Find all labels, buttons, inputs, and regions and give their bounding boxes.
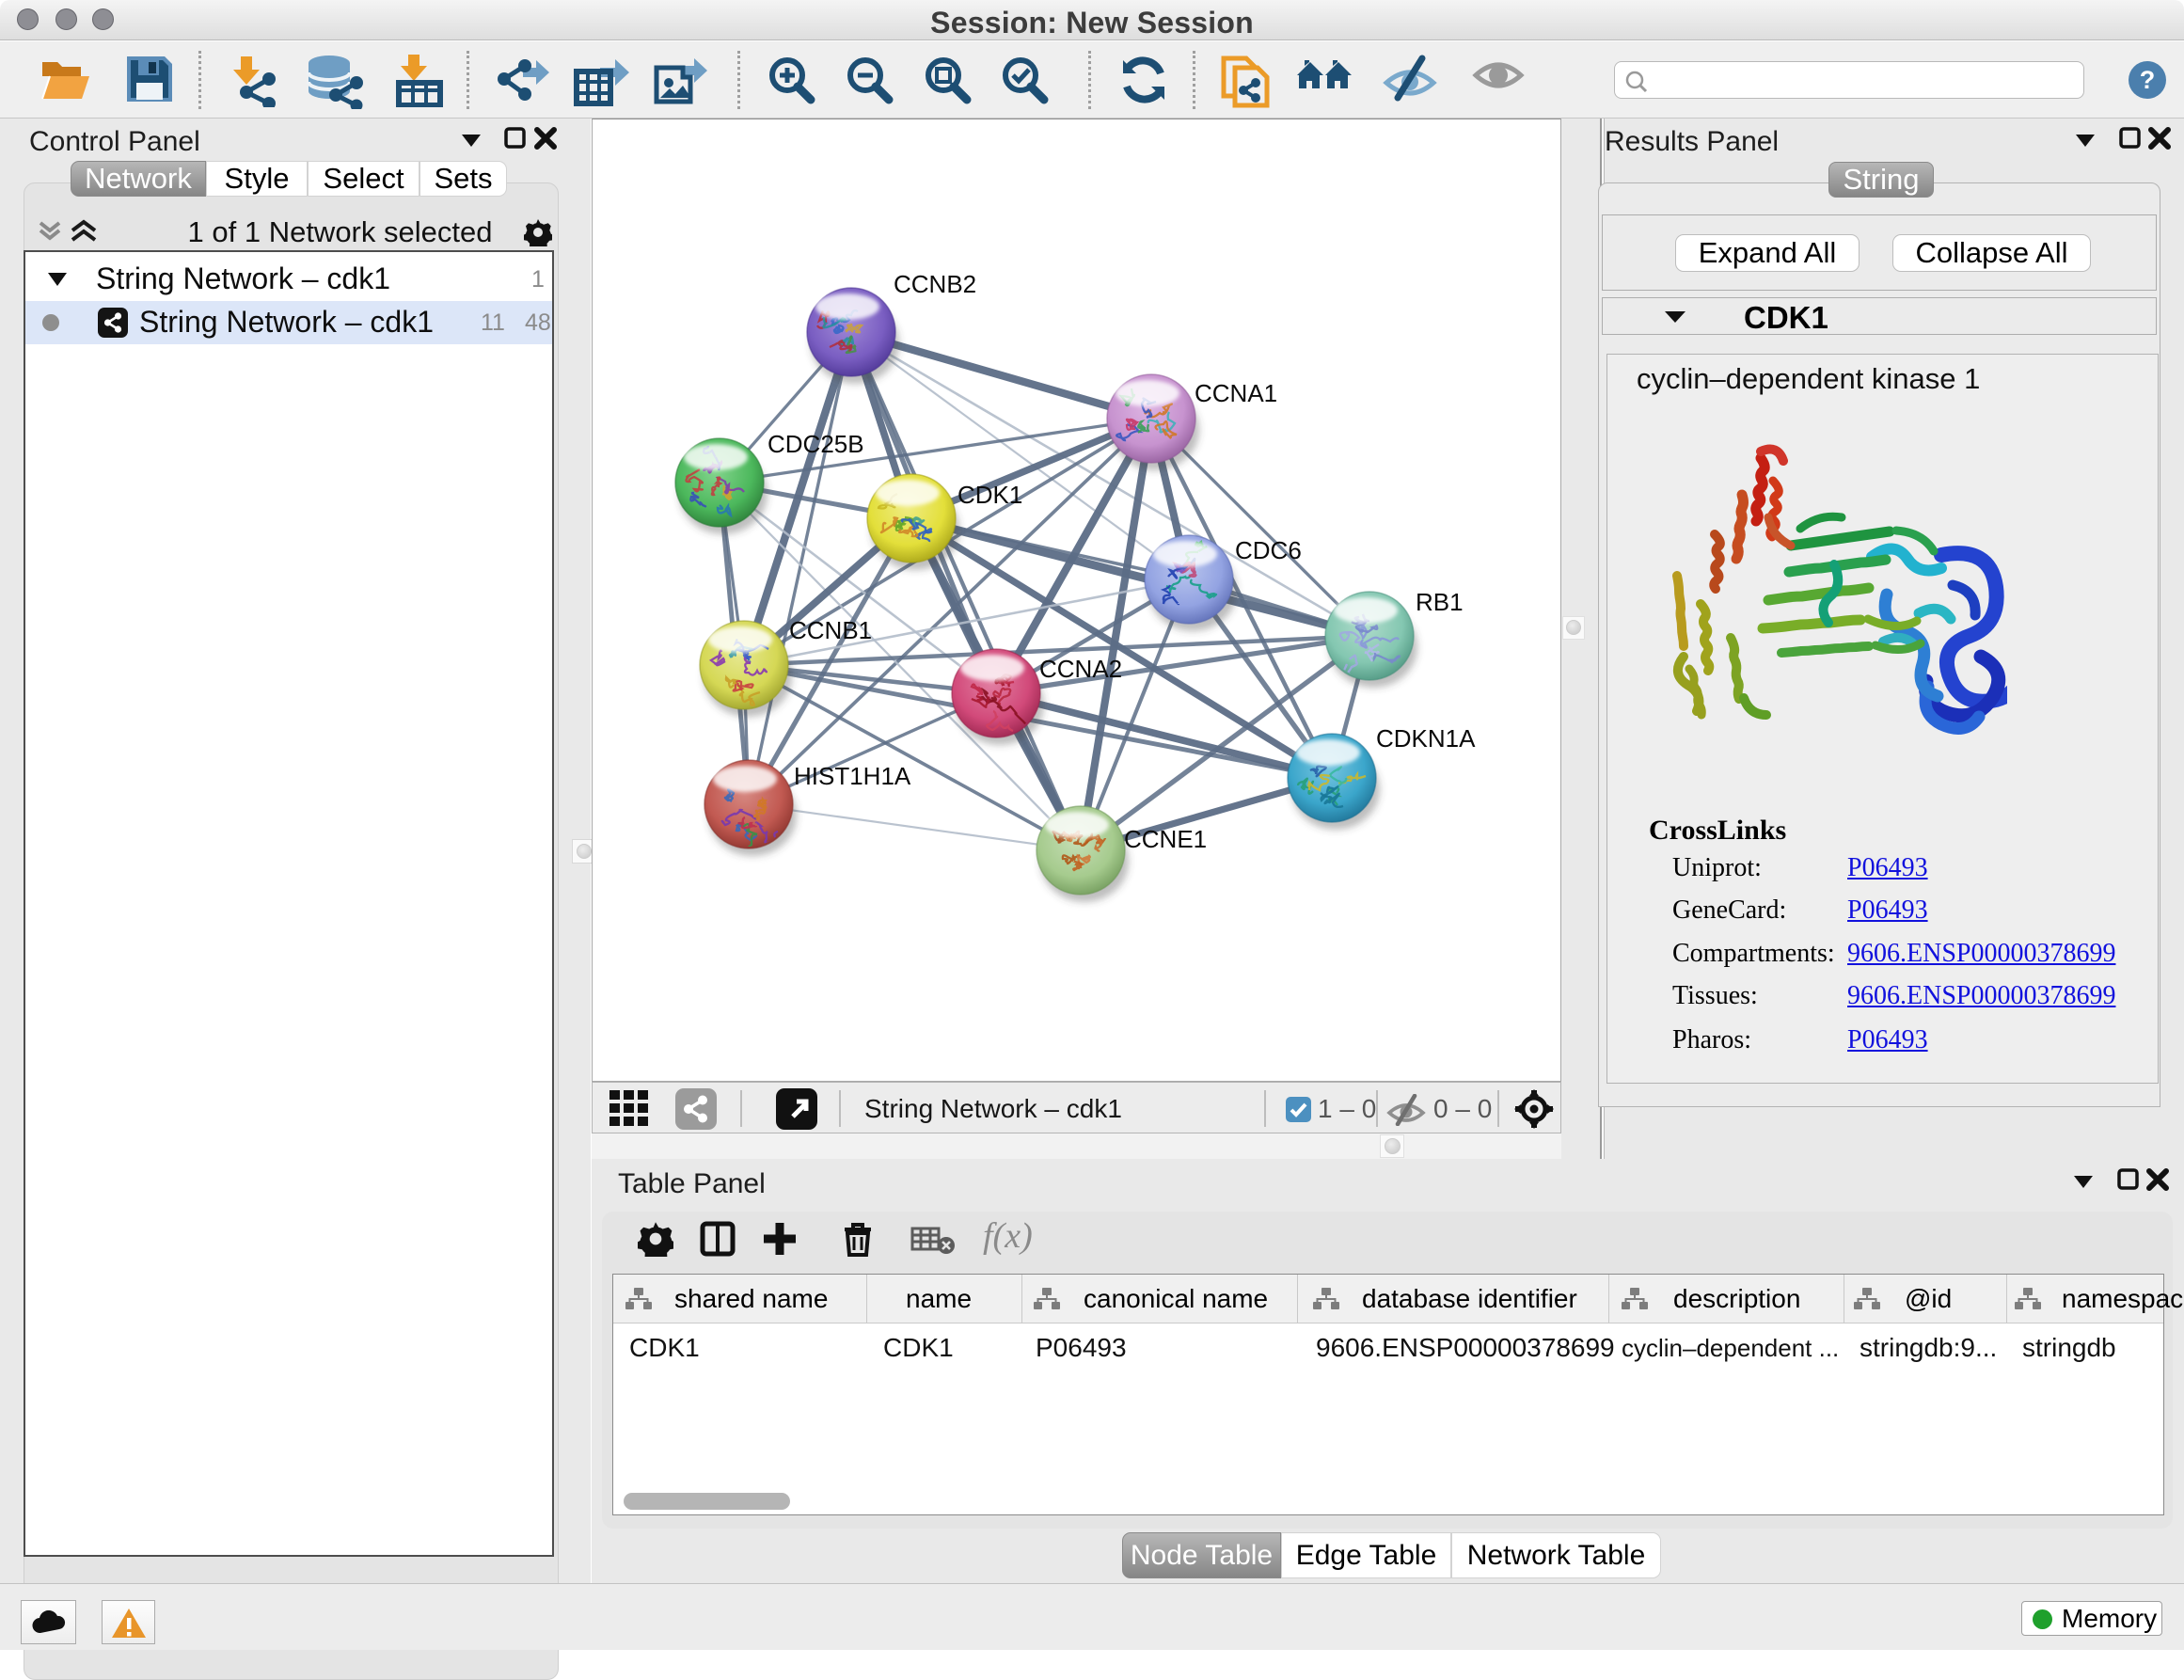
svg-text:CCNB1: CCNB1 — [789, 616, 872, 644]
svg-text:CDKN1A: CDKN1A — [1376, 724, 1476, 753]
svg-text:CCNB2: CCNB2 — [894, 270, 976, 298]
svg-text:CCNA2: CCNA2 — [1039, 655, 1122, 683]
svg-text:?: ? — [2140, 66, 2156, 94]
svg-text:RB1: RB1 — [1416, 588, 1464, 616]
svg-text:HIST1H1A: HIST1H1A — [794, 762, 911, 790]
svg-text:CDC25B: CDC25B — [768, 430, 864, 458]
svg-text:CDC6: CDC6 — [1235, 536, 1302, 564]
svg-text:CCNE1: CCNE1 — [1124, 825, 1207, 853]
svg-text:CDK1: CDK1 — [957, 481, 1022, 509]
svg-text:CCNA1: CCNA1 — [1195, 379, 1277, 407]
